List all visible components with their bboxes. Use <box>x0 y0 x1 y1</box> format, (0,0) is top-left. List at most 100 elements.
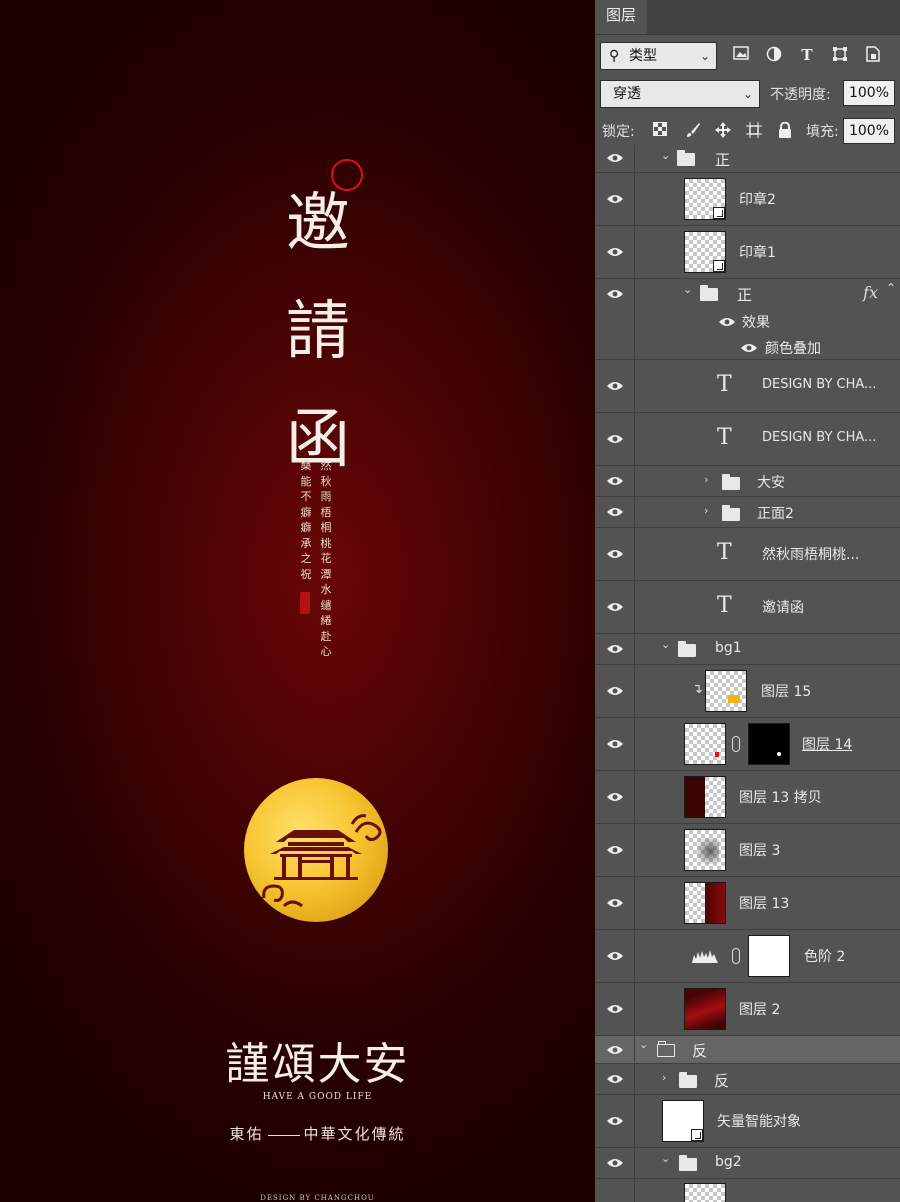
layer-group-selected[interactable]: ⌄ 反 <box>595 1036 900 1064</box>
visibility-toggle[interactable] <box>595 634 635 664</box>
folder-icon <box>677 150 695 166</box>
layer-group[interactable]: ⌄ 正 <box>595 145 900 173</box>
visibility-toggle[interactable] <box>595 665 635 717</box>
layer-mask-thumbnail[interactable] <box>748 723 790 765</box>
layer-row[interactable]: T DESIGN BY CHA... <box>595 360 900 413</box>
layer-row[interactable]: T 然秋雨梧桐桃... <box>595 528 900 581</box>
layer-group[interactable]: ⌄ bg2 <box>595 1148 900 1179</box>
visibility-toggle[interactable] <box>595 173 635 225</box>
visibility-toggle[interactable] <box>595 528 635 580</box>
chevron-down-icon[interactable]: ⌄ <box>661 638 670 651</box>
visibility-toggle[interactable] <box>595 824 635 876</box>
visibility-toggle[interactable] <box>595 983 635 1035</box>
visibility-toggle[interactable] <box>595 226 635 278</box>
visibility-toggle[interactable] <box>595 1095 635 1147</box>
layer-row[interactable]: T 邀请函 <box>595 581 900 634</box>
layer-row[interactable]: 图层 14 <box>595 718 900 771</box>
chevron-down-icon: ⌄ <box>699 49 710 63</box>
golden-moon <box>244 778 388 922</box>
chevron-down-icon[interactable]: ⌄ <box>661 149 670 162</box>
visibility-toggle[interactable] <box>595 1064 635 1094</box>
layer-row[interactable]: 印章1 <box>595 226 900 279</box>
chevron-right-icon[interactable]: › <box>662 1071 666 1084</box>
visibility-toggle[interactable] <box>595 930 635 982</box>
layer-row[interactable]: 色阶 2 <box>595 930 900 983</box>
chevron-up-icon[interactable]: ⌃ <box>886 281 896 295</box>
visibility-toggle[interactable] <box>595 279 635 359</box>
layer-name: 矢量智能对象 <box>717 1114 801 1130</box>
layer-row[interactable]: 图层 3 <box>595 824 900 877</box>
layer-name: DESIGN BY CHA... <box>762 430 877 445</box>
folder-icon <box>679 1072 697 1088</box>
chevron-down-icon[interactable]: ⌄ <box>639 1038 648 1051</box>
opacity-input[interactable]: 100% <box>843 80 895 106</box>
lock-position-icon[interactable] <box>714 122 732 140</box>
visibility-toggle[interactable] <box>595 413 635 465</box>
layer-mask-thumbnail[interactable] <box>748 935 790 977</box>
layer-row-partial[interactable] <box>595 1179 900 1202</box>
layer-row[interactable]: 图层 2 <box>595 983 900 1036</box>
layer-row[interactable]: T DESIGN BY CHA... <box>595 413 900 466</box>
mask-link-icon[interactable] <box>732 736 740 752</box>
shape-filter-icon[interactable] <box>831 46 849 64</box>
folder-icon <box>679 1155 697 1171</box>
layer-group[interactable]: ⌄ bg1 <box>595 634 900 665</box>
lock-transparent-pixels-icon[interactable] <box>651 122 669 140</box>
tagline-dash <box>267 1134 300 1136</box>
visibility-toggle[interactable] <box>595 497 635 527</box>
fill-input[interactable]: 100% <box>843 118 895 144</box>
eye-icon <box>607 899 623 907</box>
layer-row[interactable]: 图层 13 拷贝 <box>595 771 900 824</box>
adjustment-filter-icon[interactable] <box>765 46 783 64</box>
smart-object-filter-icon[interactable] <box>864 46 882 64</box>
lock-artboard-icon[interactable] <box>745 122 763 140</box>
layer-group[interactable]: › 正面2 <box>595 497 900 528</box>
chevron-right-icon[interactable]: › <box>704 504 708 517</box>
clipping-mask-icon: ↴ <box>692 682 703 697</box>
eye-icon[interactable] <box>719 317 735 327</box>
filter-kind-select[interactable]: ⚲ 类型 ⌄ <box>600 42 717 70</box>
layer-group[interactable]: › 反 <box>595 1064 900 1095</box>
mask-link-icon[interactable] <box>732 948 740 964</box>
lock-all-icon[interactable] <box>776 121 794 140</box>
layer-group[interactable]: › 大安 <box>595 466 900 497</box>
chevron-down-icon[interactable]: ⌄ <box>661 1152 670 1165</box>
visibility-toggle[interactable] <box>595 771 635 823</box>
visibility-toggle[interactable] <box>595 718 635 770</box>
brush-cursor <box>331 159 363 191</box>
chevron-right-icon[interactable]: › <box>704 473 708 486</box>
layer-name: 图层 13 拷贝 <box>739 790 822 806</box>
type-filter-icon[interactable]: T <box>798 46 816 64</box>
eye-icon <box>607 645 623 653</box>
fill-label: 填充: <box>806 124 839 140</box>
panel-tab-bar: 图层 <box>595 0 900 35</box>
visibility-toggle[interactable] <box>595 466 635 496</box>
eye-icon <box>607 793 623 801</box>
layer-thumbnail <box>684 829 726 871</box>
chevron-down-icon[interactable]: ⌄ <box>683 283 692 296</box>
layer-row[interactable]: 矢量智能对象 <box>595 1095 900 1148</box>
layer-effects-fx-icon[interactable]: fx <box>863 283 878 302</box>
eye-icon[interactable] <box>741 343 757 353</box>
visibility-toggle[interactable] <box>595 1179 635 1202</box>
tab-layers[interactable]: 图层 <box>595 0 647 34</box>
visibility-toggle[interactable] <box>595 581 635 633</box>
visibility-toggle[interactable] <box>595 360 635 412</box>
tagline: 東佑 中華文化傳統 <box>205 1123 430 1144</box>
document-canvas[interactable]: 邀 請 函 然秋雨梧桐桃花潭水缱綣赴心 桑能不癖癖承之祝 謹頌大安 HAVE A… <box>0 0 595 1202</box>
tagline-right: 中華文化傳統 <box>303 1125 406 1143</box>
visibility-toggle[interactable] <box>595 1148 635 1178</box>
layer-row[interactable]: ↴ 图层 15 <box>595 665 900 718</box>
blend-mode-select[interactable]: 穿透 ⌄ <box>600 80 760 108</box>
eye-icon <box>607 1005 623 1013</box>
layer-row[interactable]: 图层 13 <box>595 877 900 930</box>
lock-image-pixels-icon[interactable] <box>684 122 702 140</box>
visibility-toggle[interactable] <box>595 1036 635 1063</box>
blend-row: 穿透 ⌄ 不透明度: 100% <box>600 80 895 110</box>
layer-group[interactable]: ⌄ 正 fx ⌃ 效果 颜色叠加 <box>595 279 900 360</box>
gold-swatch <box>728 695 740 703</box>
layer-row[interactable]: 印章2 <box>595 173 900 226</box>
pixel-filter-icon[interactable] <box>732 46 750 64</box>
visibility-toggle[interactable] <box>595 145 635 172</box>
visibility-toggle[interactable] <box>595 877 635 929</box>
